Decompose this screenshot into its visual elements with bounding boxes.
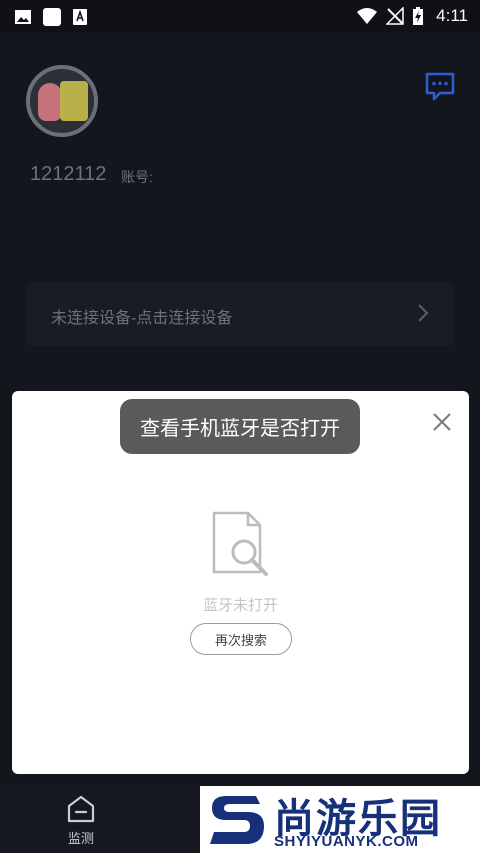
clock: 4:11	[436, 6, 468, 25]
status-left-icons	[14, 7, 88, 27]
tab-monitor[interactable]: 监测	[58, 794, 104, 850]
connect-device-button[interactable]: 未连接设备-点击连接设备	[26, 282, 454, 346]
battery-charging-icon	[413, 7, 424, 25]
status-bar: 4:11	[0, 0, 480, 33]
wifi-icon	[357, 8, 378, 24]
connect-device-text: 未连接设备-点击连接设备	[51, 310, 233, 327]
account-label: 账号:	[121, 169, 153, 185]
font-notification-icon	[73, 9, 87, 25]
user-id: 1212112	[30, 163, 107, 185]
toast-message: 查看手机蓝牙是否打开	[120, 399, 360, 454]
avatar-figure-yellow	[60, 81, 88, 121]
chevron-right-icon	[418, 304, 429, 322]
avatar[interactable]	[26, 65, 98, 137]
gallery-notification-icon	[15, 10, 31, 24]
retry-search-button[interactable]: 再次搜索	[190, 623, 292, 655]
bluetooth-off-message: 蓝牙未打开	[202, 597, 278, 614]
status-right-icons: 4:11	[356, 6, 468, 26]
tab-monitor-label: 监测	[67, 831, 94, 846]
avatar-figure-pink	[38, 83, 62, 121]
watermark: 尚游乐园 SHYIYUANYK.COM	[200, 786, 480, 853]
message-icon[interactable]	[424, 71, 456, 101]
document-search-icon	[212, 511, 268, 576]
monitor-icon	[67, 795, 95, 823]
watermark-logo-icon	[210, 796, 264, 844]
watermark-en-text: SHYIYUANYK.COM	[274, 833, 419, 850]
no-signal-icon	[386, 7, 404, 25]
square-notification-icon	[43, 8, 61, 26]
close-icon[interactable]	[431, 411, 453, 433]
